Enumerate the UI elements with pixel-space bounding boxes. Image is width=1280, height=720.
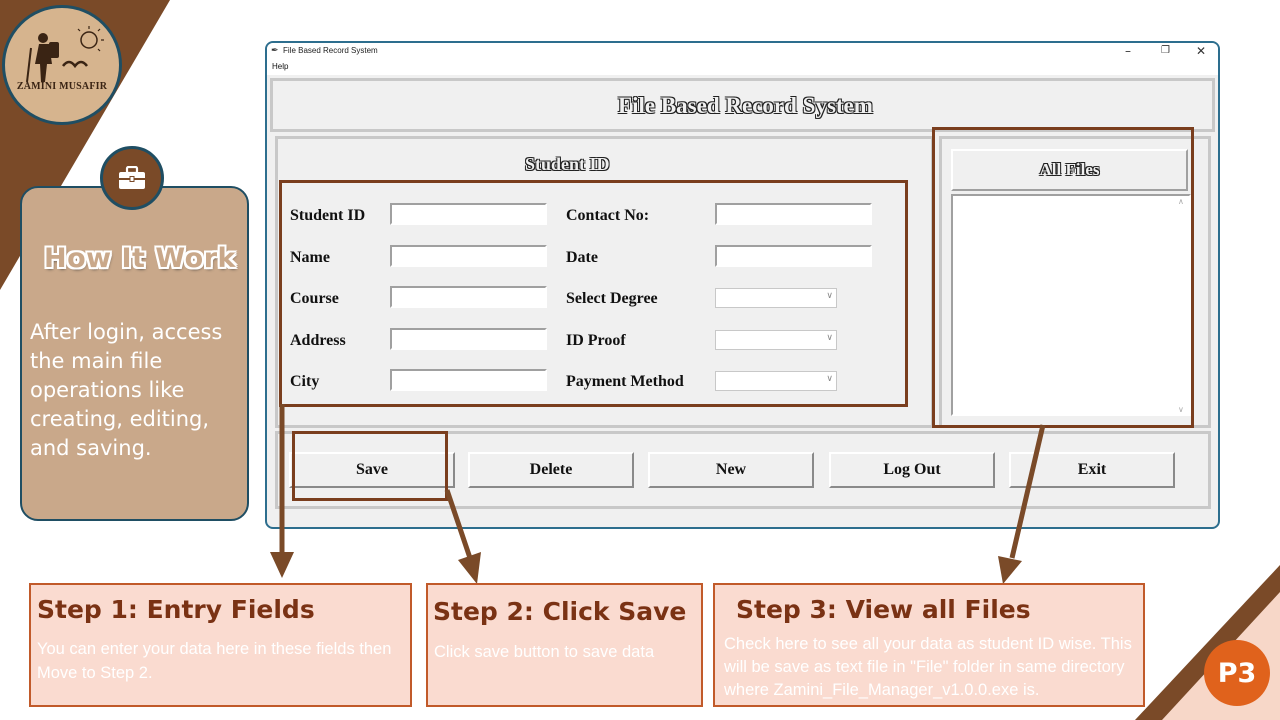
step-1-description: You can enter your data here in these fi… [37, 640, 392, 682]
arrow-step-3 [1009, 424, 1046, 559]
page-badge: P3 [1204, 640, 1270, 706]
step-3-description: Check here to see all your data as stude… [724, 635, 1132, 699]
step-2-title: Step 2: Click Save [433, 597, 687, 626]
step-3-box: Step 3: View all Files Check here to see… [713, 583, 1145, 707]
step-3-title: Step 3: View all Files [736, 595, 1031, 624]
step-2-description: Click save button to save data [434, 643, 655, 661]
step-2-box: Step 2: Click Save Click save button to … [426, 583, 703, 707]
step-1-title: Step 1: Entry Fields [37, 595, 315, 624]
arrow-step-2 [444, 489, 473, 559]
step-1-box: Step 1: Entry Fields You can enter your … [29, 583, 412, 707]
logo-text: ZAMINI MUSAFIR [16, 81, 108, 92]
